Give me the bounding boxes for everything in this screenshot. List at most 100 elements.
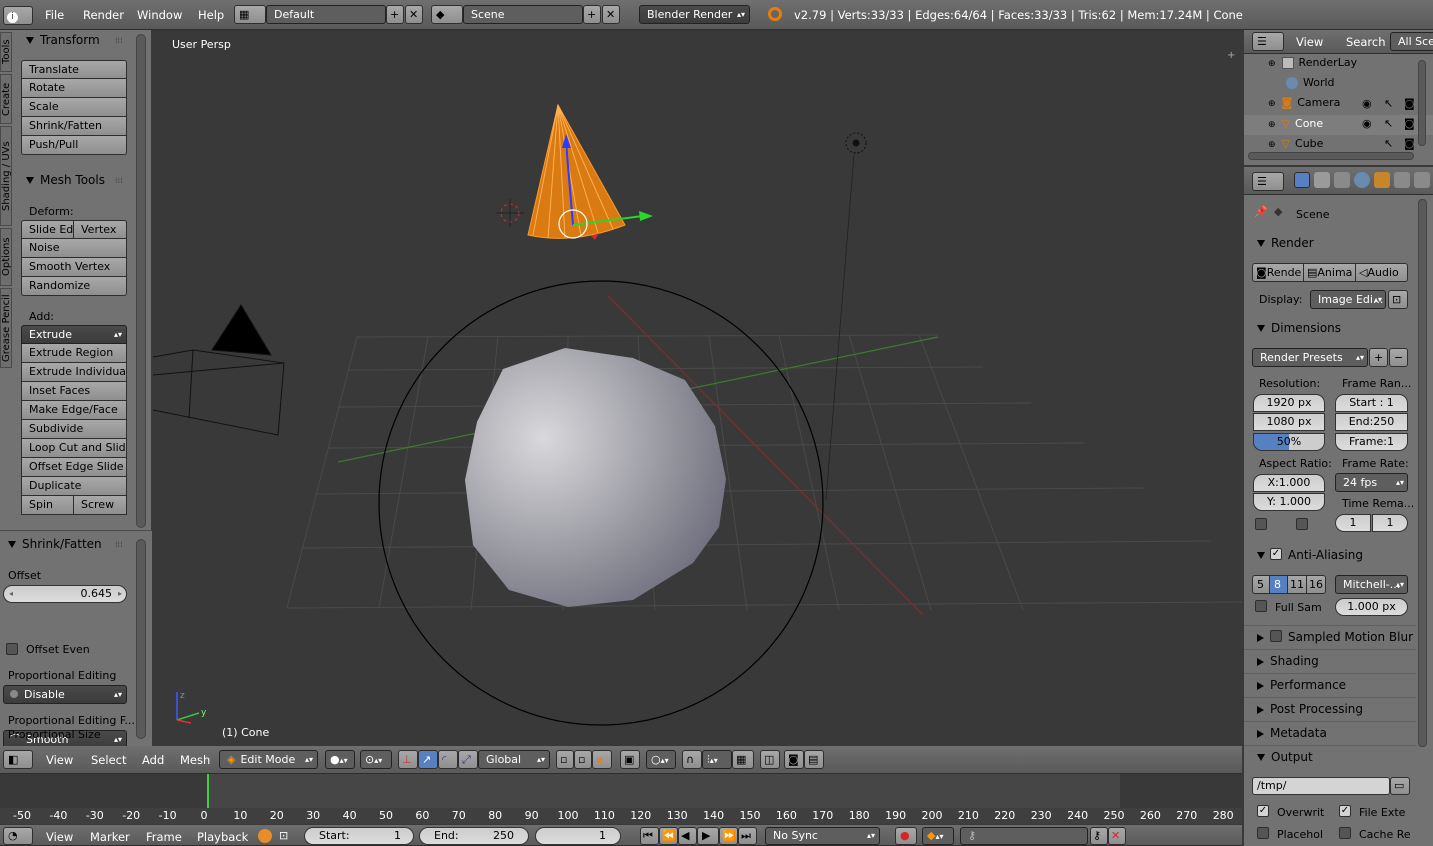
play-button[interactable]: ▶ — [697, 827, 719, 845]
timeline-menu-frame[interactable]: Frame — [146, 830, 182, 844]
duplicate-button[interactable]: Duplicate — [21, 477, 127, 496]
offset-even-checkbox[interactable] — [6, 643, 18, 655]
timeline-area[interactable]: -50 -40 -30 -20 -10 0 10 20 30 40 50 60 70 80 90 100 110… — [0, 774, 1242, 824]
rotate-manipulator-button[interactable]: ◜ — [438, 750, 458, 769]
proportional-edit-dropdown[interactable]: ○▴▾ — [646, 750, 676, 769]
translate-manipulator-button[interactable]: ↗ — [418, 750, 438, 769]
full-sample-checkbox[interactable] — [1255, 600, 1267, 612]
time-remap-new-field[interactable]: 1 — [1372, 514, 1408, 532]
proportional-editing-dropdown[interactable]: Disable ▴▾ — [3, 685, 127, 704]
frame-step-field[interactable]: Frame:1 — [1335, 433, 1408, 451]
outliner-filter-dropdown[interactable]: All Scen — [1390, 32, 1433, 51]
screw-button[interactable]: Screw — [74, 496, 127, 515]
outliner-menu-search[interactable]: Search — [1346, 35, 1386, 49]
render-audio-button[interactable]: ◁Audio — [1356, 263, 1408, 282]
preview-range-icon[interactable] — [258, 829, 272, 843]
start-frame-field[interactable]: Start: 1 — [304, 827, 414, 845]
pin-icon[interactable]: 📌 — [1254, 205, 1268, 218]
face-select-button[interactable]: ▪ — [592, 750, 612, 769]
resolution-x-field[interactable]: 1920 px — [1253, 394, 1325, 412]
remove-layout-button[interactable]: ✕ — [405, 5, 423, 24]
menu-render[interactable]: Render — [83, 8, 124, 22]
delete-keyframe-button[interactable]: ✕ — [1108, 827, 1126, 845]
layout-browse-button[interactable]: ▦ — [234, 5, 266, 24]
dimensions-panel-header[interactable]: Dimensions — [1257, 321, 1341, 335]
aa-filter-size-field[interactable]: 1.000 px — [1335, 598, 1408, 616]
translate-button[interactable]: Translate — [21, 60, 127, 79]
scale-button[interactable]: Scale — [21, 98, 127, 117]
outliner-item-cube[interactable]: ⊕ ▽ Cube — [1268, 137, 1368, 153]
tab-options[interactable]: Options — [0, 228, 12, 286]
keying-set-field[interactable]: ⚷ — [960, 827, 1088, 845]
mesh-tools-panel-header[interactable]: Mesh Tools — [26, 173, 105, 187]
subdivide-button[interactable]: Subdivide — [21, 420, 127, 439]
aa-samples-5[interactable]: 5 — [1252, 575, 1270, 594]
render-panel-header[interactable]: Render — [1257, 236, 1314, 250]
current-frame-line[interactable] — [207, 774, 209, 808]
scale-manipulator-button[interactable]: ⤢ — [458, 750, 478, 769]
next-keyframe-button[interactable]: ⏩ — [719, 827, 738, 845]
view3d-editor-type-button[interactable]: ◧ — [3, 750, 33, 769]
menu-help[interactable]: Help — [198, 8, 224, 22]
overwrite-checkbox[interactable]: ✓ — [1257, 805, 1269, 817]
output-browse-button[interactable]: ▭ — [1390, 777, 1410, 795]
output-panel-header[interactable]: Output — [1244, 745, 1416, 767]
render-camera-icon[interactable]: ◙ — [1404, 117, 1415, 130]
constraints-context-icon[interactable] — [1414, 172, 1430, 188]
menu-mesh[interactable]: Mesh — [180, 753, 210, 767]
opengl-render-button[interactable]: ◫ — [760, 750, 780, 769]
render-animation-button[interactable]: ▤ — [804, 750, 824, 769]
visibility-eye-icon[interactable]: ◉ — [1362, 117, 1372, 130]
loop-cut-slide-button[interactable]: Loop Cut and Slide — [21, 439, 127, 458]
operator-panel-header[interactable]: Shrink/Fatten — [8, 537, 102, 551]
snap-element-dropdown[interactable]: ⫶▴▾ — [702, 750, 732, 769]
record-button[interactable]: ● — [895, 827, 917, 845]
object-context-icon[interactable] — [1374, 172, 1390, 188]
frame-end-field[interactable]: End:250 — [1335, 413, 1408, 431]
placeholders-checkbox[interactable] — [1257, 827, 1269, 839]
resolution-y-field[interactable]: 1080 px — [1253, 413, 1325, 431]
drag-grip-icon[interactable]: ⁞⁞⁞ — [115, 176, 123, 185]
sync-mode-dropdown[interactable]: No Sync ▴▾ — [765, 827, 880, 845]
performance-panel-header[interactable]: Performance — [1244, 673, 1416, 695]
select-cursor-icon[interactable]: ↖ — [1384, 117, 1393, 130]
edge-select-button[interactable]: ▫ — [574, 750, 592, 769]
drag-grip-icon[interactable]: ⁞⁞⁞ — [115, 36, 123, 45]
aa-samples-16[interactable]: 16 — [1307, 575, 1326, 594]
snap-target-button[interactable]: ▦ — [732, 750, 754, 769]
outliner-item-world[interactable]: World — [1286, 76, 1386, 94]
render-animation-button[interactable]: ▤Anima — [1304, 263, 1356, 282]
shading-panel-header[interactable]: Shading — [1244, 649, 1416, 671]
mode-dropdown[interactable]: ◈ Edit Mode ▴▾ — [219, 750, 318, 769]
motion-blur-checkbox[interactable] — [1270, 630, 1282, 642]
properties-toggle-icon[interactable]: + — [1227, 50, 1235, 61]
slide-edge-button[interactable]: Slide Ed — [21, 220, 74, 239]
post-processing-panel-header[interactable]: Post Processing — [1244, 697, 1416, 719]
world-context-icon[interactable] — [1354, 172, 1370, 188]
timeline-editor-type-button[interactable]: ◔ — [3, 827, 33, 845]
timeline-menu-playback[interactable]: Playback — [197, 830, 248, 844]
scene-context-icon[interactable] — [1334, 172, 1350, 188]
tab-create[interactable]: Create — [0, 74, 12, 124]
border-checkbox[interactable] — [1255, 518, 1267, 530]
outliner-item-camera[interactable]: ⊕ ◙ Camera — [1268, 96, 1368, 114]
render-camera-icon[interactable]: ◙ — [1404, 97, 1415, 110]
menu-select[interactable]: Select — [91, 753, 126, 767]
editor-type-button[interactable]: i — [3, 6, 33, 25]
menu-file[interactable]: File — [45, 8, 64, 22]
output-path-field[interactable]: /tmp/ — [1252, 777, 1390, 795]
prev-keyframe-button[interactable]: ⏪ — [659, 827, 678, 845]
orientation-dropdown[interactable]: Global ▴▾ — [478, 750, 550, 769]
timeline-menu-view[interactable]: View — [46, 830, 73, 844]
outliner-menu-view[interactable]: View — [1296, 35, 1323, 49]
aspect-y-field[interactable]: Y: 1.000 — [1253, 493, 1325, 511]
file-extensions-checkbox[interactable]: ✓ — [1339, 805, 1351, 817]
camera-render-button[interactable]: ◙ — [784, 750, 804, 769]
menu-add[interactable]: Add — [142, 753, 164, 767]
vertex-select-button[interactable]: ▫ — [556, 750, 574, 769]
anti-aliasing-panel-header[interactable] — [1257, 548, 1271, 562]
jump-end-button[interactable]: ⏭ — [738, 827, 757, 845]
noise-button[interactable]: Noise — [21, 239, 127, 258]
display-dropdown[interactable]: Image Edi... ▴▾ — [1310, 290, 1386, 309]
screen-layout-field[interactable]: Default — [266, 5, 386, 24]
